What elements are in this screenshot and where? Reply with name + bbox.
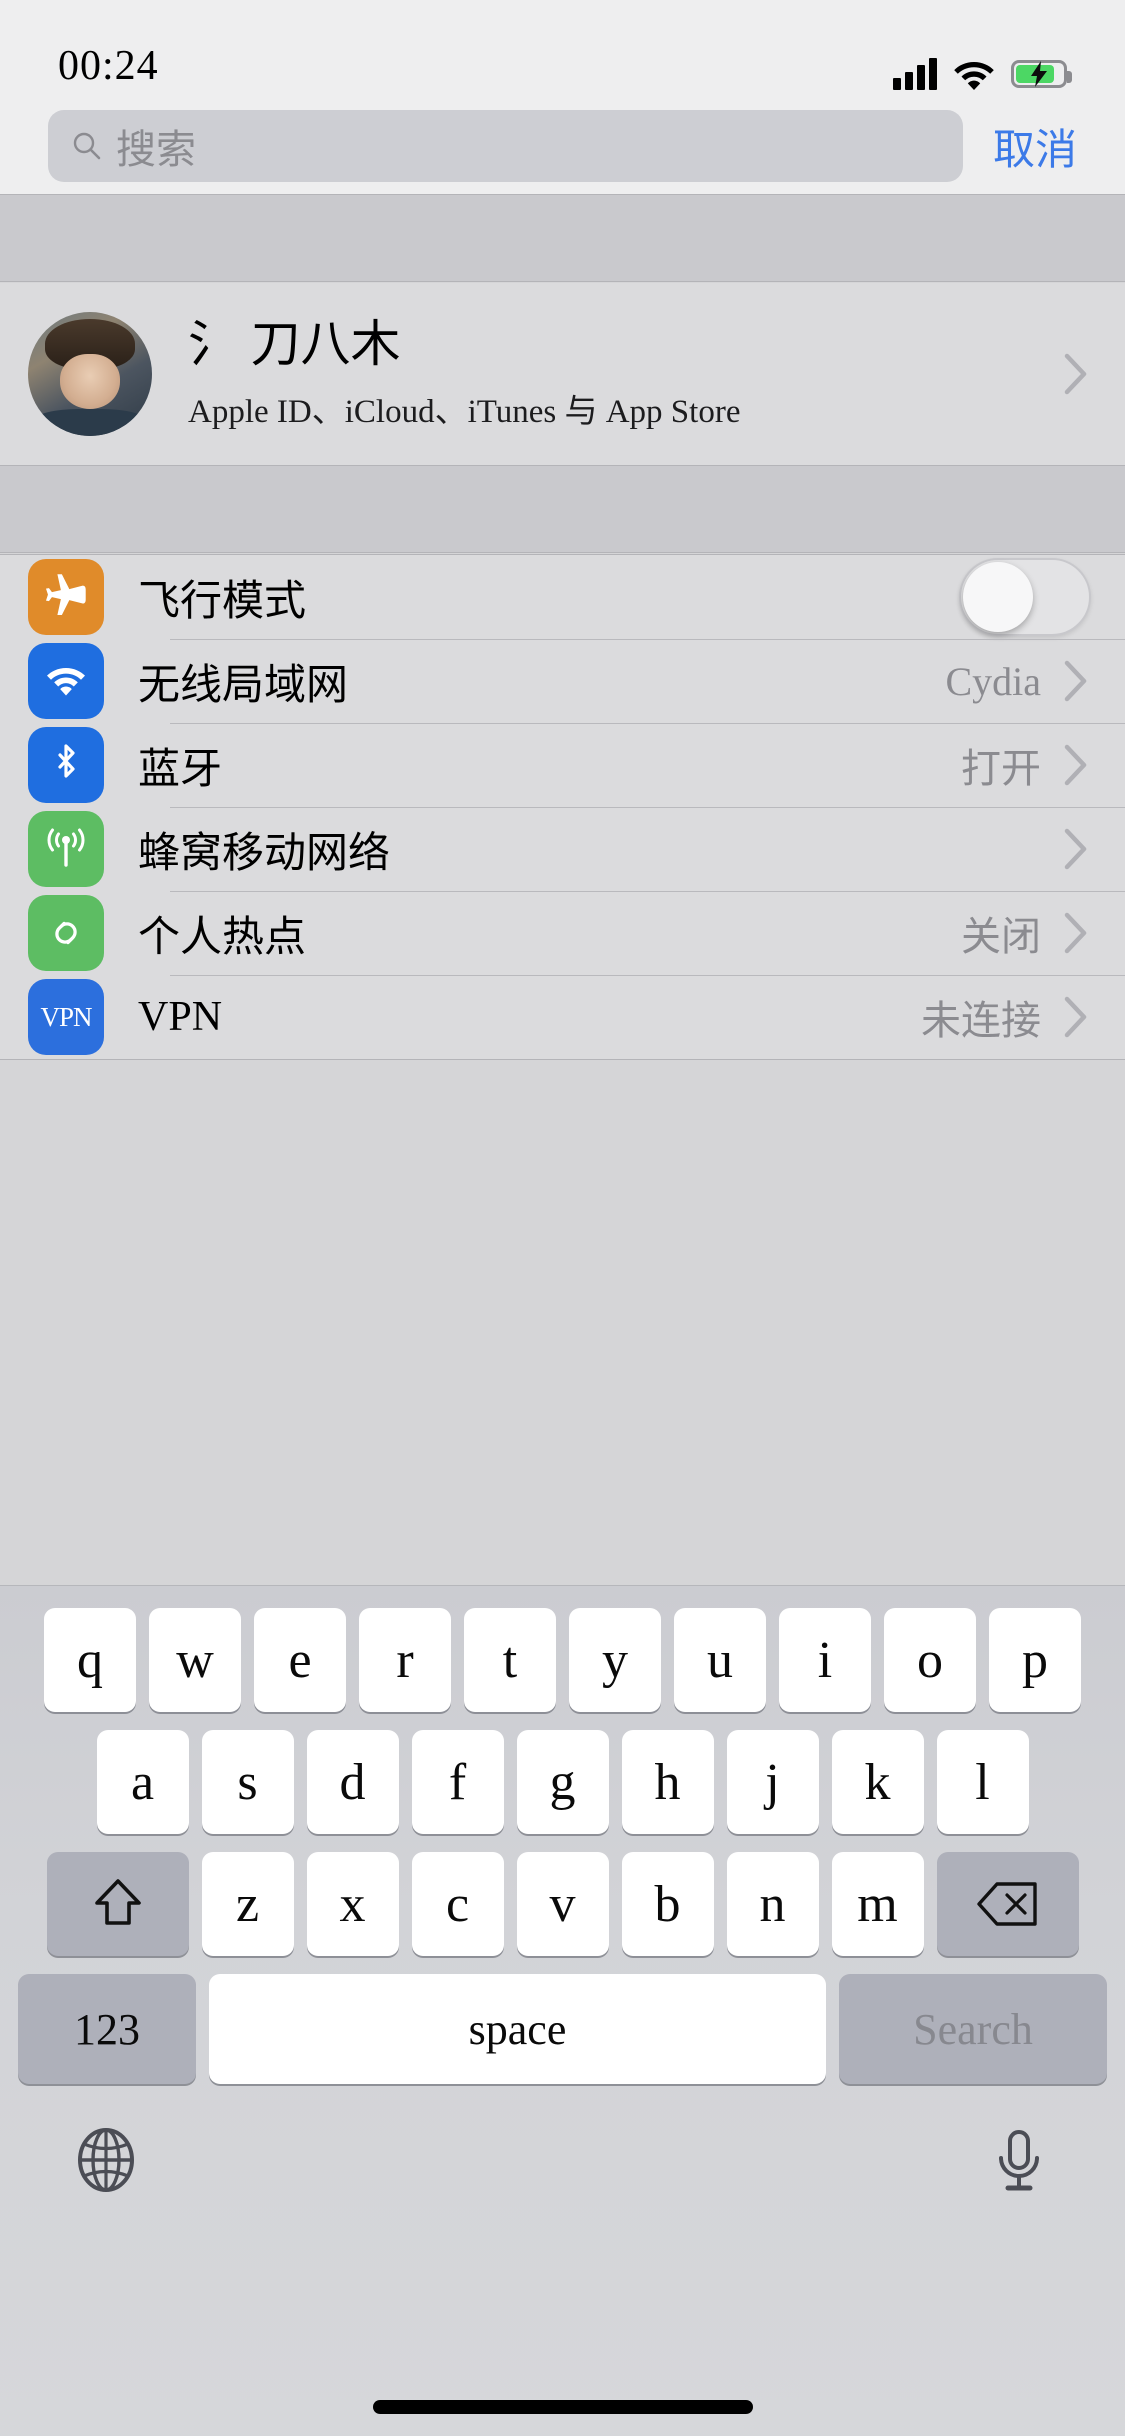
key-h[interactable]: h bbox=[621, 1730, 714, 1834]
search-placeholder: 搜索 bbox=[116, 127, 196, 172]
shift-key[interactable] bbox=[46, 1852, 189, 1956]
key-m[interactable]: m bbox=[831, 1852, 924, 1956]
settings-row-wifi[interactable]: 无线局域网 Cydia bbox=[0, 639, 1125, 723]
key-a[interactable]: a bbox=[96, 1730, 189, 1834]
cellular-antenna-icon bbox=[28, 811, 104, 887]
wifi-icon bbox=[954, 62, 994, 90]
search-input[interactable]: 搜索 bbox=[48, 110, 963, 182]
avatar bbox=[28, 312, 152, 436]
key-p[interactable]: p bbox=[989, 1608, 1081, 1712]
settings-row-label: 飞行模式 bbox=[138, 578, 307, 625]
chevron-right-icon bbox=[1064, 828, 1087, 870]
key-z[interactable]: z bbox=[201, 1852, 294, 1956]
space-key[interactable]: space bbox=[209, 1974, 826, 2084]
key-r[interactable]: r bbox=[359, 1608, 451, 1712]
key-y[interactable]: y bbox=[569, 1608, 661, 1712]
airplane-mode-toggle[interactable] bbox=[959, 558, 1091, 636]
key-s[interactable]: s bbox=[201, 1730, 294, 1834]
globe-icon[interactable] bbox=[72, 2126, 140, 2194]
settings-row-label: 蜂窝移动网络 bbox=[138, 830, 391, 877]
onscreen-keyboard: q w e r t y u i o p a s d f g h j k l z … bbox=[0, 1585, 1125, 2436]
shift-arrow-icon bbox=[94, 1879, 141, 1925]
settings-row-value: Cydia bbox=[945, 658, 1041, 704]
search-bar-container: 搜索 取消 bbox=[0, 98, 1125, 194]
settings-row-label: 蓝牙 bbox=[138, 746, 223, 793]
key-i[interactable]: i bbox=[779, 1608, 871, 1712]
settings-row-airplane-mode[interactable]: 飞行模式 bbox=[0, 555, 1125, 639]
key-f[interactable]: f bbox=[411, 1730, 504, 1834]
battery-charging-icon bbox=[1011, 60, 1072, 88]
status-bar-time: 00:24 bbox=[58, 43, 159, 89]
settings-row-label: 无线局域网 bbox=[138, 662, 349, 709]
settings-row-personal-hotspot[interactable]: 个人热点 关闭 bbox=[0, 891, 1125, 975]
settings-row-value: 关闭 bbox=[961, 914, 1041, 959]
hotspot-link-icon bbox=[28, 895, 104, 971]
key-l[interactable]: l bbox=[936, 1730, 1029, 1834]
key-u[interactable]: u bbox=[674, 1608, 766, 1712]
chevron-right-icon bbox=[1064, 660, 1087, 702]
cancel-button[interactable]: 取消 bbox=[993, 116, 1077, 177]
chevron-right-icon bbox=[1064, 912, 1087, 954]
chevron-right-icon bbox=[1064, 996, 1087, 1038]
chevron-right-icon bbox=[1064, 744, 1087, 786]
key-n[interactable]: n bbox=[726, 1852, 819, 1956]
chevron-right-icon bbox=[1064, 353, 1087, 395]
status-bar-indicators bbox=[893, 58, 1072, 90]
microphone-icon[interactable] bbox=[985, 2126, 1053, 2194]
profile-name: 氵 刀八木 bbox=[188, 316, 401, 373]
settings-row-cellular[interactable]: 蜂窝移动网络 bbox=[0, 807, 1125, 891]
settings-row-value: 打开 bbox=[961, 746, 1041, 791]
key-t[interactable]: t bbox=[464, 1608, 556, 1712]
key-x[interactable]: x bbox=[306, 1852, 399, 1956]
numbers-key[interactable]: 123 bbox=[18, 1974, 196, 2084]
airplane-icon bbox=[28, 559, 104, 635]
settings-row-vpn[interactable]: VPN VPN 未连接 bbox=[0, 975, 1125, 1059]
key-d[interactable]: d bbox=[306, 1730, 399, 1834]
key-q[interactable]: q bbox=[44, 1608, 136, 1712]
vpn-icon: VPN bbox=[28, 979, 104, 1055]
home-indicator[interactable] bbox=[372, 2400, 753, 2414]
search-return-key[interactable]: Search bbox=[839, 1974, 1107, 2084]
key-w[interactable]: w bbox=[149, 1608, 241, 1712]
wifi-icon bbox=[28, 643, 104, 719]
section-spacer-middle bbox=[0, 465, 1125, 553]
cellular-signal-icon bbox=[893, 58, 937, 90]
key-e[interactable]: e bbox=[254, 1608, 346, 1712]
apple-id-profile-row[interactable]: 氵 刀八木 Apple ID、iCloud、iTunes 与 App Store bbox=[0, 283, 1125, 465]
settings-row-label: 个人热点 bbox=[138, 914, 307, 961]
keyboard-bottom-bar bbox=[0, 2084, 1125, 2194]
status-bar: 00:24 bbox=[0, 0, 1125, 98]
backspace-delete-icon bbox=[976, 1882, 1037, 1926]
key-v[interactable]: v bbox=[516, 1852, 609, 1956]
section-spacer-top bbox=[0, 194, 1125, 282]
profile-text-block: 氵 刀八木 Apple ID、iCloud、iTunes 与 App Store bbox=[188, 316, 1063, 432]
keyboard-row-2: a s d f g h j k l bbox=[0, 1712, 1125, 1834]
key-j[interactable]: j bbox=[726, 1730, 819, 1834]
bluetooth-icon bbox=[28, 727, 104, 803]
settings-list: 飞行模式 无线局域网 Cydia 蓝牙 打开 蜂窝移动网络 个人热点 关闭 VP… bbox=[0, 554, 1125, 1060]
keyboard-row-4: 123 space Search bbox=[0, 1956, 1125, 2084]
key-k[interactable]: k bbox=[831, 1730, 924, 1834]
backspace-key[interactable] bbox=[936, 1852, 1079, 1956]
key-o[interactable]: o bbox=[884, 1608, 976, 1712]
key-b[interactable]: b bbox=[621, 1852, 714, 1956]
keyboard-row-1: q w e r t y u i o p bbox=[0, 1586, 1125, 1712]
iphone-settings-screen: 00:24 搜索 取消 氵 刀八木 Apple ID、iCloud、iTunes… bbox=[0, 0, 1125, 2436]
profile-subtitle: Apple ID、iCloud、iTunes 与 App Store bbox=[188, 393, 741, 430]
key-g[interactable]: g bbox=[516, 1730, 609, 1834]
search-icon bbox=[73, 132, 101, 160]
keyboard-row-3: z x c v b n m bbox=[0, 1834, 1125, 1956]
settings-row-bluetooth[interactable]: 蓝牙 打开 bbox=[0, 723, 1125, 807]
settings-row-value: 未连接 bbox=[921, 998, 1041, 1043]
key-c[interactable]: c bbox=[411, 1852, 504, 1956]
settings-row-label: VPN bbox=[138, 994, 223, 1040]
